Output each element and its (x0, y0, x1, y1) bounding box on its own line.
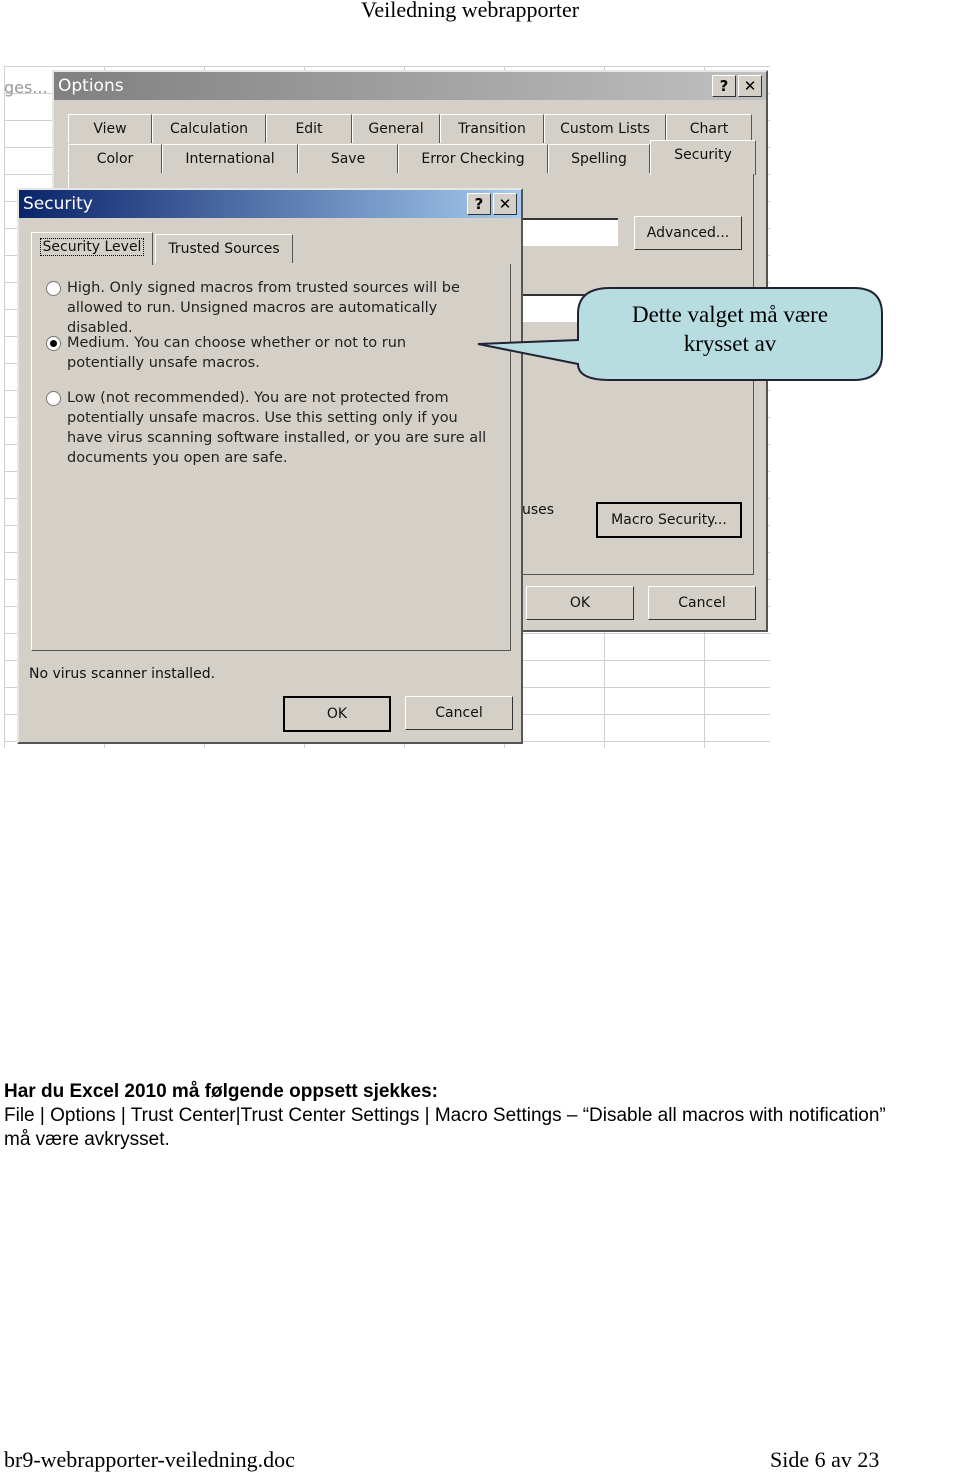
security-titlebar: Security ? ✕ (19, 190, 521, 218)
tab-view[interactable]: View (68, 114, 152, 143)
footer-filename: br9-webrapporter-veiledning.doc (4, 1447, 295, 1472)
option-low-label: Low (not recommended). You are not prote… (67, 390, 487, 466)
macro-security-button[interactable]: Macro Security... (596, 502, 742, 538)
security-help-button[interactable]: ? (467, 193, 491, 215)
footer-page-number: Side 6 av 23 (770, 1447, 880, 1472)
tab-international[interactable]: International (162, 144, 298, 173)
advanced-button[interactable]: Advanced... (634, 216, 742, 250)
tab-color[interactable]: Color (68, 144, 162, 173)
security-title: Security (23, 194, 93, 214)
tab-chart[interactable]: Chart (666, 114, 752, 143)
security-close-button[interactable]: ✕ (493, 193, 517, 215)
macro-text: uses (522, 502, 555, 518)
password-field[interactable] (514, 218, 618, 246)
virus-scanner-status: No virus scanner installed. (29, 666, 216, 682)
tab-edit[interactable]: Edit (266, 114, 352, 143)
options-cancel-button[interactable]: Cancel (648, 586, 756, 620)
help-button[interactable]: ? (712, 75, 736, 97)
background-toolbar-text: ges... (4, 78, 48, 97)
options-ok-button[interactable]: OK (526, 586, 634, 620)
security-cancel-button[interactable]: Cancel (405, 696, 513, 730)
instructions-heading: Har du Excel 2010 må følgende oppsett sj… (4, 1081, 439, 1102)
callout-text: Dette valget må være krysset av (631, 302, 829, 356)
tab-trusted-sources[interactable]: Trusted Sources (155, 234, 293, 263)
tab-custom-lists[interactable]: Custom Lists (544, 114, 666, 143)
option-high-label: High. Only signed macros from trusted so… (67, 280, 460, 336)
tab-spelling[interactable]: Spelling (548, 144, 650, 173)
tab-security-level[interactable]: Security Level (31, 232, 153, 265)
radio-low[interactable] (46, 391, 61, 406)
tab-general[interactable]: General (352, 114, 440, 143)
tab-security-level-label: Security Level (39, 238, 145, 256)
radio-high[interactable] (46, 281, 61, 296)
tab-save[interactable]: Save (298, 144, 398, 173)
tab-security[interactable]: Security (650, 140, 756, 175)
options-title: Options (58, 76, 124, 96)
tab-calculation[interactable]: Calculation (152, 114, 266, 143)
options-titlebar: Options ? ✕ (54, 72, 766, 100)
instructions-line1: File | Options | Trust Center|Trust Cent… (4, 1105, 886, 1126)
security-ok-button[interactable]: OK (283, 696, 391, 732)
page-header: Veiledning webrapporter (360, 0, 580, 22)
option-medium-label: Medium. You can choose whether or not to… (67, 335, 407, 371)
tab-error-checking[interactable]: Error Checking (398, 144, 548, 173)
radio-medium[interactable] (46, 336, 61, 351)
close-button[interactable]: ✕ (738, 75, 762, 97)
instructions-line2: må være avkrysset. (4, 1129, 170, 1150)
tab-transition[interactable]: Transition (440, 114, 544, 143)
security-dialog: Security ? ✕ Security Level Trusted Sour… (17, 188, 523, 744)
